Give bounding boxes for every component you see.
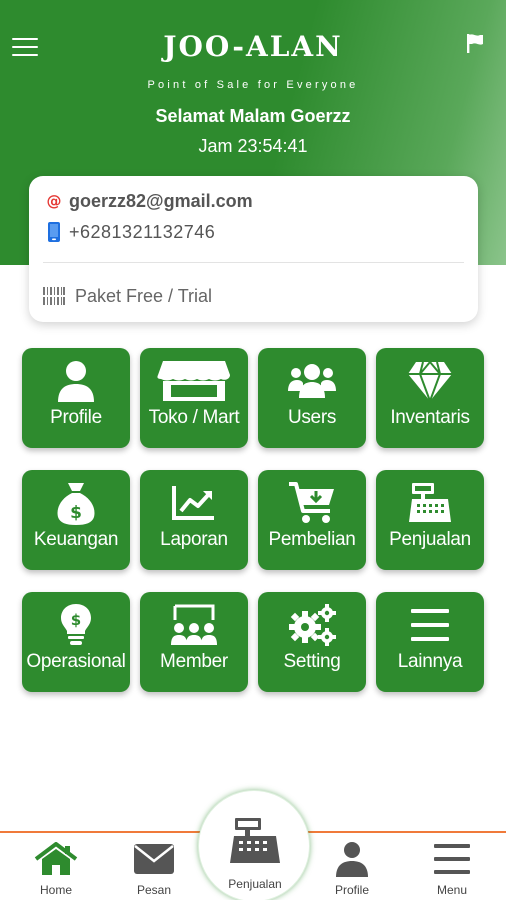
menu-tile-label: Setting — [283, 651, 341, 672]
menu-tile-pembelian[interactable]: Pembelian — [258, 470, 366, 570]
home-icon — [16, 841, 96, 877]
card-divider — [43, 262, 464, 263]
cart-icon — [258, 482, 366, 524]
nav-home[interactable]: Home — [16, 833, 96, 900]
menu-tile-label: Operasional — [26, 651, 126, 672]
clock-text: Jam 23:54:41 — [198, 136, 308, 156]
phone-text: +6281321132746 — [69, 221, 216, 242]
menu-tile-label: Keuangan — [33, 529, 119, 550]
cash-register-icon — [199, 815, 311, 867]
menu-tile-label: Profile — [50, 407, 102, 428]
app-title: JOO-ALAN — [163, 30, 343, 63]
user-icon — [312, 841, 392, 877]
home-screen: JOO-ALAN Point of Sale for Everyone Sela… — [0, 0, 506, 900]
list-icon — [376, 604, 484, 646]
menu-tile-penjualan[interactable]: Penjualan — [376, 470, 484, 570]
lightbulb-icon: $ — [22, 604, 130, 646]
nav-home-label: Home — [39, 883, 72, 897]
menu-tile-inventaris[interactable]: Inventaris — [376, 348, 484, 448]
phone-icon — [43, 221, 65, 243]
menu-tile-profile[interactable]: Profile — [22, 348, 130, 448]
account-card: @ goerzz82@gmail.com +6281321132746 Pake… — [29, 176, 478, 322]
menu-tile-member[interactable]: Member — [140, 592, 248, 692]
menu-tile-toko-mart[interactable]: Toko / Mart — [140, 348, 248, 448]
cash-register-icon — [376, 482, 484, 524]
plan-text: Paket Free / Trial — [75, 285, 213, 306]
menu-tile-laporan[interactable]: Laporan — [140, 470, 248, 570]
nav-profile[interactable]: Profile — [312, 833, 392, 900]
nav-pesan[interactable]: Pesan — [114, 833, 194, 900]
user-icon — [22, 360, 130, 402]
nav-profile-label: Profile — [334, 883, 369, 897]
nav-penjualan-fab[interactable]: Penjualan — [198, 790, 310, 900]
menu-tile-lainnya[interactable]: Lainnya — [376, 592, 484, 692]
menu-tile-users[interactable]: Users — [258, 348, 366, 448]
plan-row: Paket Free / Trial — [43, 285, 212, 307]
money-bag-icon: $ — [22, 482, 130, 525]
menu-lines-icon — [412, 841, 492, 877]
phone-row: +6281321132746 — [43, 221, 215, 243]
menu-tile-operasional[interactable]: $ Operasional — [22, 592, 130, 692]
diamond-icon — [376, 360, 484, 402]
app-subtitle: Point of Sale for Everyone — [147, 79, 359, 91]
menu-tile-label: Inventaris — [390, 407, 470, 428]
members-icon — [140, 604, 248, 646]
users-icon — [258, 360, 366, 402]
menu-tile-label: Pembelian — [268, 529, 356, 550]
nav-penjualan-label: Penjualan — [228, 877, 282, 891]
menu-tile-label: Penjualan — [389, 529, 471, 550]
nav-menu[interactable]: Menu — [412, 833, 492, 900]
barcode-icon — [43, 285, 65, 307]
store-icon — [140, 360, 248, 402]
menu-tile-label: Toko / Mart — [148, 407, 240, 428]
email-text: goerzz82@gmail.com — [69, 190, 253, 211]
menu-tile-label: Users — [287, 407, 337, 428]
email-row: @ goerzz82@gmail.com — [43, 190, 253, 212]
envelope-icon — [114, 841, 194, 877]
email-icon: @ — [46, 192, 62, 210]
menu-tile-label: Lainnya — [397, 651, 463, 672]
menu-tile-label: Member — [160, 651, 228, 672]
svg-text:$: $ — [70, 503, 82, 523]
menu-tile-label: Laporan — [160, 529, 228, 550]
gears-icon — [258, 604, 366, 646]
menu-tile-setting[interactable]: Setting — [258, 592, 366, 692]
menu-tile-keuangan[interactable]: $ Keuangan — [22, 470, 130, 570]
greeting-text: Selamat Malam Goerzz — [155, 106, 351, 126]
chart-icon — [140, 482, 248, 524]
nav-menu-label: Menu — [436, 883, 468, 897]
svg-text:$: $ — [71, 611, 81, 629]
nav-pesan-label: Pesan — [136, 883, 172, 897]
